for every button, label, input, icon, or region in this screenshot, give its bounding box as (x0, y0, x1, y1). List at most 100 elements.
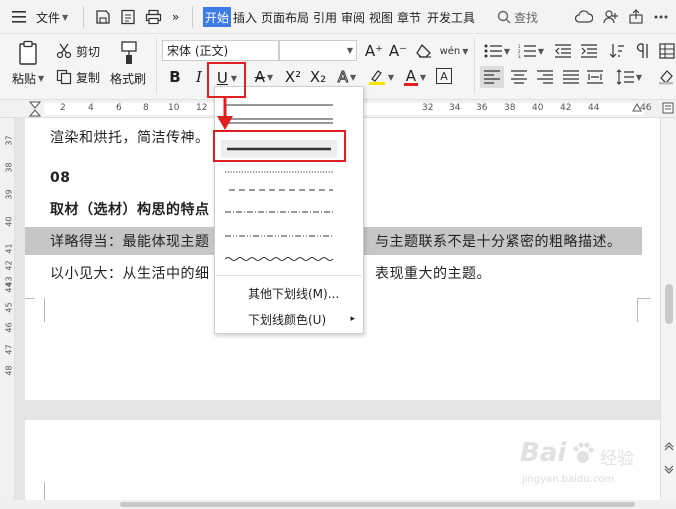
body-text-line[interactable]: 以小见大：从生活中的细 (50, 263, 210, 283)
save-icon[interactable] (95, 0, 111, 34)
page-margin-mark (33, 482, 45, 500)
ruler-toggle-icon[interactable] (662, 102, 674, 117)
shrink-font-button[interactable]: A⁻ (388, 41, 408, 61)
align-left-icon[interactable] (480, 66, 504, 88)
paste-button[interactable]: 粘贴 ▼ (12, 70, 44, 86)
copy-label: 复制 (76, 70, 101, 85)
section-number[interactable]: 08 (50, 170, 70, 186)
grow-font-button[interactable]: A⁺ (364, 41, 384, 61)
more-underlines-item[interactable]: 其他下划线(M)... (215, 282, 363, 304)
body-text-line[interactable]: 表现重大的主题。 (375, 263, 491, 283)
copy-button[interactable]: 复制 (56, 68, 100, 86)
shading-icon[interactable] (656, 66, 676, 88)
character-border-button[interactable]: A (436, 68, 452, 84)
cut-button[interactable]: 剪切 (56, 42, 100, 60)
tab-home[interactable]: 开始 (203, 7, 232, 27)
horizontal-scrollbar[interactable] (0, 500, 676, 509)
section-heading[interactable]: 取材（选材）构思的特点 (50, 199, 210, 219)
format-painter-label[interactable]: 格式刷 (110, 70, 146, 86)
decrease-indent-icon[interactable] (552, 42, 574, 60)
scissors-icon (56, 43, 72, 59)
vruler-number: 38 (4, 162, 14, 173)
underline-option-dash-dot[interactable] (225, 205, 335, 219)
scrollbar-thumb[interactable] (120, 502, 635, 507)
body-text-line[interactable]: 与主题联系不是十分紧密的粗略描述。 (375, 231, 622, 251)
next-page-icon[interactable] (664, 464, 674, 478)
phonetic-guide-button[interactable]: wén ▼ (439, 41, 469, 61)
ruler-number: 38 (504, 103, 516, 113)
tab-page-layout[interactable]: 页面布局 (261, 0, 309, 34)
hamburger-icon[interactable] (12, 0, 28, 34)
underline-option-single[interactable] (225, 98, 335, 112)
align-right-icon[interactable] (534, 66, 556, 88)
more-icon[interactable] (654, 0, 668, 34)
underline-option-wave[interactable] (225, 252, 335, 266)
ruler-number: 42 (560, 103, 572, 113)
share-icon[interactable] (628, 0, 644, 34)
cloud-sync-icon[interactable] (575, 0, 593, 34)
align-justify-icon[interactable] (560, 66, 582, 88)
tab-sections[interactable]: 章节 (397, 0, 421, 34)
prev-page-icon[interactable] (664, 440, 674, 454)
ruler-number: 6 (116, 103, 122, 113)
vertical-ruler[interactable]: 37 38 39 40 41 42 43 44 45 46 47 48 (0, 118, 15, 500)
search-icon[interactable] (497, 0, 511, 34)
tab-insert[interactable]: 插入 (233, 0, 257, 34)
vruler-number: 42 (4, 260, 14, 271)
underline-option-double[interactable] (225, 114, 335, 128)
underline-color-item[interactable]: 下划线颜色(U) ▸ (215, 308, 363, 330)
more-tools-button[interactable]: » (172, 0, 179, 34)
tab-view[interactable]: 视图 (369, 0, 393, 34)
vruler-number: 48 (4, 365, 14, 376)
underline-option-dashed[interactable] (225, 183, 335, 197)
format-painter-icon[interactable] (116, 40, 142, 66)
paste-icon[interactable] (16, 40, 42, 66)
ruler-number: 44 (588, 103, 600, 113)
chevron-down-icon[interactable]: ▼ (62, 0, 68, 34)
line-spacing-icon[interactable]: ▼ (612, 66, 646, 88)
body-text-line[interactable]: 渲染和烘托，简洁传神。 (50, 127, 210, 147)
watermark-url: jingyan.baidu.com (522, 474, 615, 485)
highlight-button[interactable]: ▼ (366, 66, 396, 88)
table-grid-icon[interactable] (658, 42, 676, 60)
bullet-list-icon[interactable]: ▼ (482, 42, 512, 60)
underline-option-dotted[interactable] (225, 165, 335, 179)
tab-developer[interactable]: 开发工具 (427, 0, 475, 34)
right-indent-marker-icon[interactable] (632, 101, 642, 115)
collaborate-icon[interactable] (603, 0, 619, 34)
scrollbar-thumb[interactable] (665, 284, 673, 324)
tab-review[interactable]: 审阅 (341, 0, 365, 34)
bold-button[interactable]: B (165, 66, 185, 88)
sort-icon[interactable] (606, 42, 628, 60)
vruler-number: 47 (4, 344, 14, 355)
export-pdf-icon[interactable] (120, 0, 136, 34)
annotation-box-underline-button (207, 62, 246, 98)
underline-option-dash-dot-dot[interactable] (225, 229, 335, 243)
ribbon-divider (156, 38, 157, 94)
font-size-select[interactable]: ▼ (279, 40, 357, 61)
file-menu[interactable]: 文件 (36, 0, 60, 34)
text-effect-button[interactable]: A ▼ (333, 66, 361, 88)
strikethrough-button[interactable]: A ▼ (250, 66, 278, 88)
distribute-icon[interactable] (584, 66, 606, 88)
page-margin-mark (25, 298, 35, 310)
vruler-number: 39 (4, 189, 14, 200)
superscript-button[interactable]: X² (282, 66, 304, 88)
tab-references[interactable]: 引用 (313, 0, 337, 34)
align-center-icon[interactable] (508, 66, 530, 88)
font-name-select[interactable]: 宋体 (正文) (162, 40, 279, 61)
font-color-button[interactable]: A ▼ (400, 66, 430, 88)
subscript-button[interactable]: X₂ (307, 66, 329, 88)
print-icon[interactable] (145, 0, 162, 34)
ruler-number: 10 (168, 103, 180, 113)
numbered-list-icon[interactable]: 123 ▼ (516, 42, 546, 60)
show-marks-icon[interactable] (632, 42, 654, 60)
body-text-line[interactable]: 详略得当：最能体现主题 (50, 231, 210, 251)
watermark-brand: Bai (520, 438, 567, 468)
eraser-icon[interactable] (413, 41, 435, 61)
vertical-scrollbar[interactable] (660, 118, 676, 500)
italic-button[interactable]: I (190, 66, 208, 88)
search-box[interactable]: 查找 (514, 0, 538, 34)
ruler-number: 36 (476, 103, 488, 113)
increase-indent-icon[interactable] (578, 42, 600, 60)
